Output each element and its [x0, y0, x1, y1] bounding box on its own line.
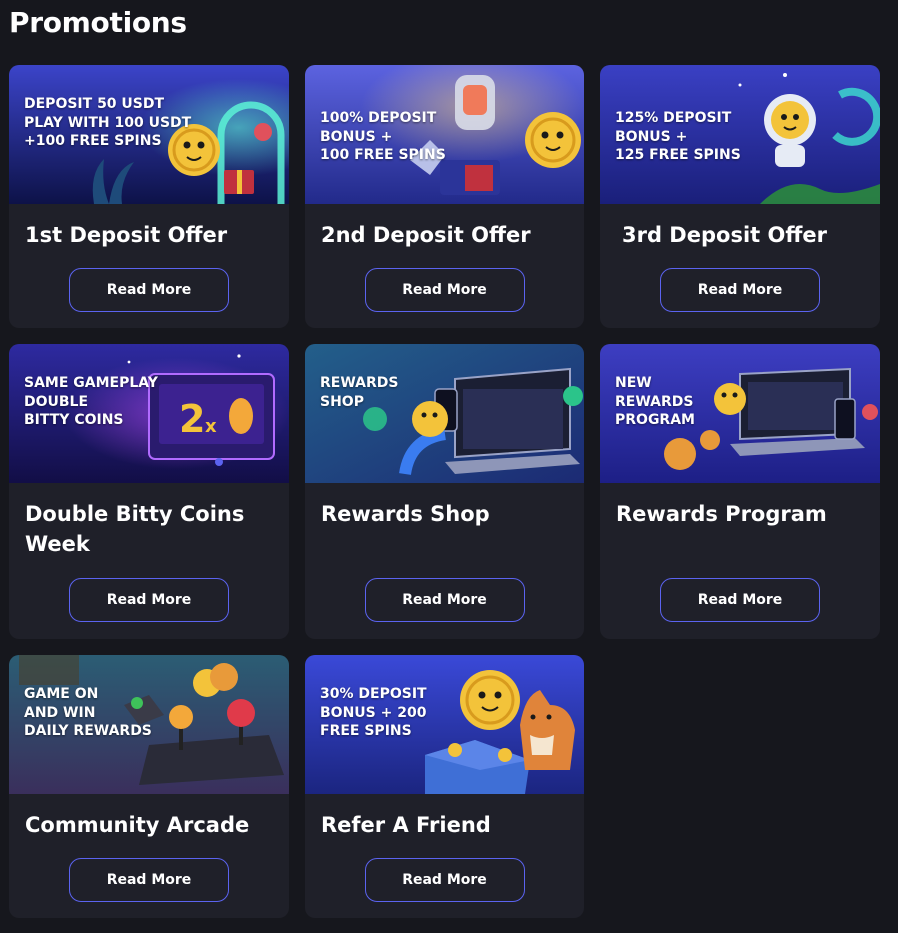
promo-banner: 100% DEPOSIT BONUS + 100 FREE SPINS [305, 65, 584, 204]
promo-card[interactable]: NEW REWARDS PROGRAM Rewards Program Read… [600, 344, 880, 639]
read-more-button[interactable]: Read More [364, 578, 525, 622]
gift-icon [465, 165, 493, 191]
promo-banner: 2 x SAME GAMEPLAY DOUBLE BITTY COINS [9, 344, 289, 483]
promo-card[interactable]: DEPOSIT 50 USDT PLAY WITH 100 USDT +100 … [9, 65, 289, 328]
read-more-button[interactable]: Read More [364, 858, 525, 902]
banner-text: NEW REWARDS PROGRAM [615, 375, 695, 428]
svg-text:2: 2 [179, 397, 205, 441]
read-more-button[interactable]: Read More [69, 858, 229, 902]
banner-artwork [305, 344, 584, 483]
promo-banner: GAME ON AND WIN DAILY REWARDS [9, 655, 289, 794]
banner-text: SAME GAMEPLAY DOUBLE BITTY COINS [24, 375, 158, 428]
read-more-button[interactable]: Read More [69, 578, 229, 622]
page-title: Promotions [9, 6, 187, 39]
promo-banner: 125% DEPOSIT BONUS + 125 FREE SPINS [600, 65, 880, 204]
card-title: Refer A Friend [321, 813, 491, 837]
promo-card[interactable]: REWARDS SHOP Rewards Shop Read More [305, 344, 584, 639]
promo-banner: NEW REWARDS PROGRAM [600, 344, 880, 483]
promo-card[interactable]: 100% DEPOSIT BONUS + 100 FREE SPINS 2nd … [305, 65, 584, 328]
banner-text: 30% DEPOSIT BONUS + 200 FREE SPINS [320, 686, 427, 739]
read-more-button[interactable]: Read More [364, 268, 525, 312]
banner-text: GAME ON AND WIN DAILY REWARDS [24, 686, 152, 739]
read-more-button[interactable]: Read More [660, 268, 820, 312]
banner-text: DEPOSIT 50 USDT PLAY WITH 100 USDT +100 … [24, 96, 192, 149]
coin-mascot-icon [460, 670, 520, 730]
banner-text: REWARDS SHOP [320, 375, 399, 410]
banner-text: 100% DEPOSIT BONUS + 100 FREE SPINS [320, 110, 446, 163]
svg-text:x: x [205, 416, 217, 437]
promo-card[interactable]: 2 x SAME GAMEPLAY DOUBLE BITTY COINS Dou… [9, 344, 289, 639]
banner-text: 125% DEPOSIT BONUS + 125 FREE SPINS [615, 110, 741, 163]
card-title: Rewards Program [616, 502, 827, 526]
card-title: Rewards Shop [321, 502, 490, 526]
read-more-button[interactable]: Read More [660, 578, 820, 622]
read-more-button[interactable]: Read More [69, 268, 229, 312]
promo-card[interactable]: 30% DEPOSIT BONUS + 200 FREE SPINS Refer… [305, 655, 584, 918]
promo-card[interactable]: 125% DEPOSIT BONUS + 125 FREE SPINS 3rd … [600, 65, 880, 328]
coin-mascot-icon [714, 383, 746, 415]
promotions-grid: DEPOSIT 50 USDT PLAY WITH 100 USDT +100 … [9, 65, 880, 918]
coin-mascot-icon [412, 401, 448, 437]
card-title: 1st Deposit Offer [25, 223, 228, 247]
card-title: 3rd Deposit Offer [622, 223, 827, 247]
promo-banner: 30% DEPOSIT BONUS + 200 FREE SPINS [305, 655, 584, 794]
promo-banner: DEPOSIT 50 USDT PLAY WITH 100 USDT +100 … [9, 65, 289, 204]
card-title: Community Arcade [25, 813, 250, 837]
card-title: Double Bitty Coins Week [25, 502, 245, 556]
promo-card[interactable]: GAME ON AND WIN DAILY REWARDS Community … [9, 655, 289, 918]
promo-banner: REWARDS SHOP [305, 344, 584, 483]
promotions-page: Promotions DEPOSIT 50 USDT PLAY WITH 100… [0, 0, 898, 933]
card-title: 2nd Deposit Offer [321, 223, 531, 247]
